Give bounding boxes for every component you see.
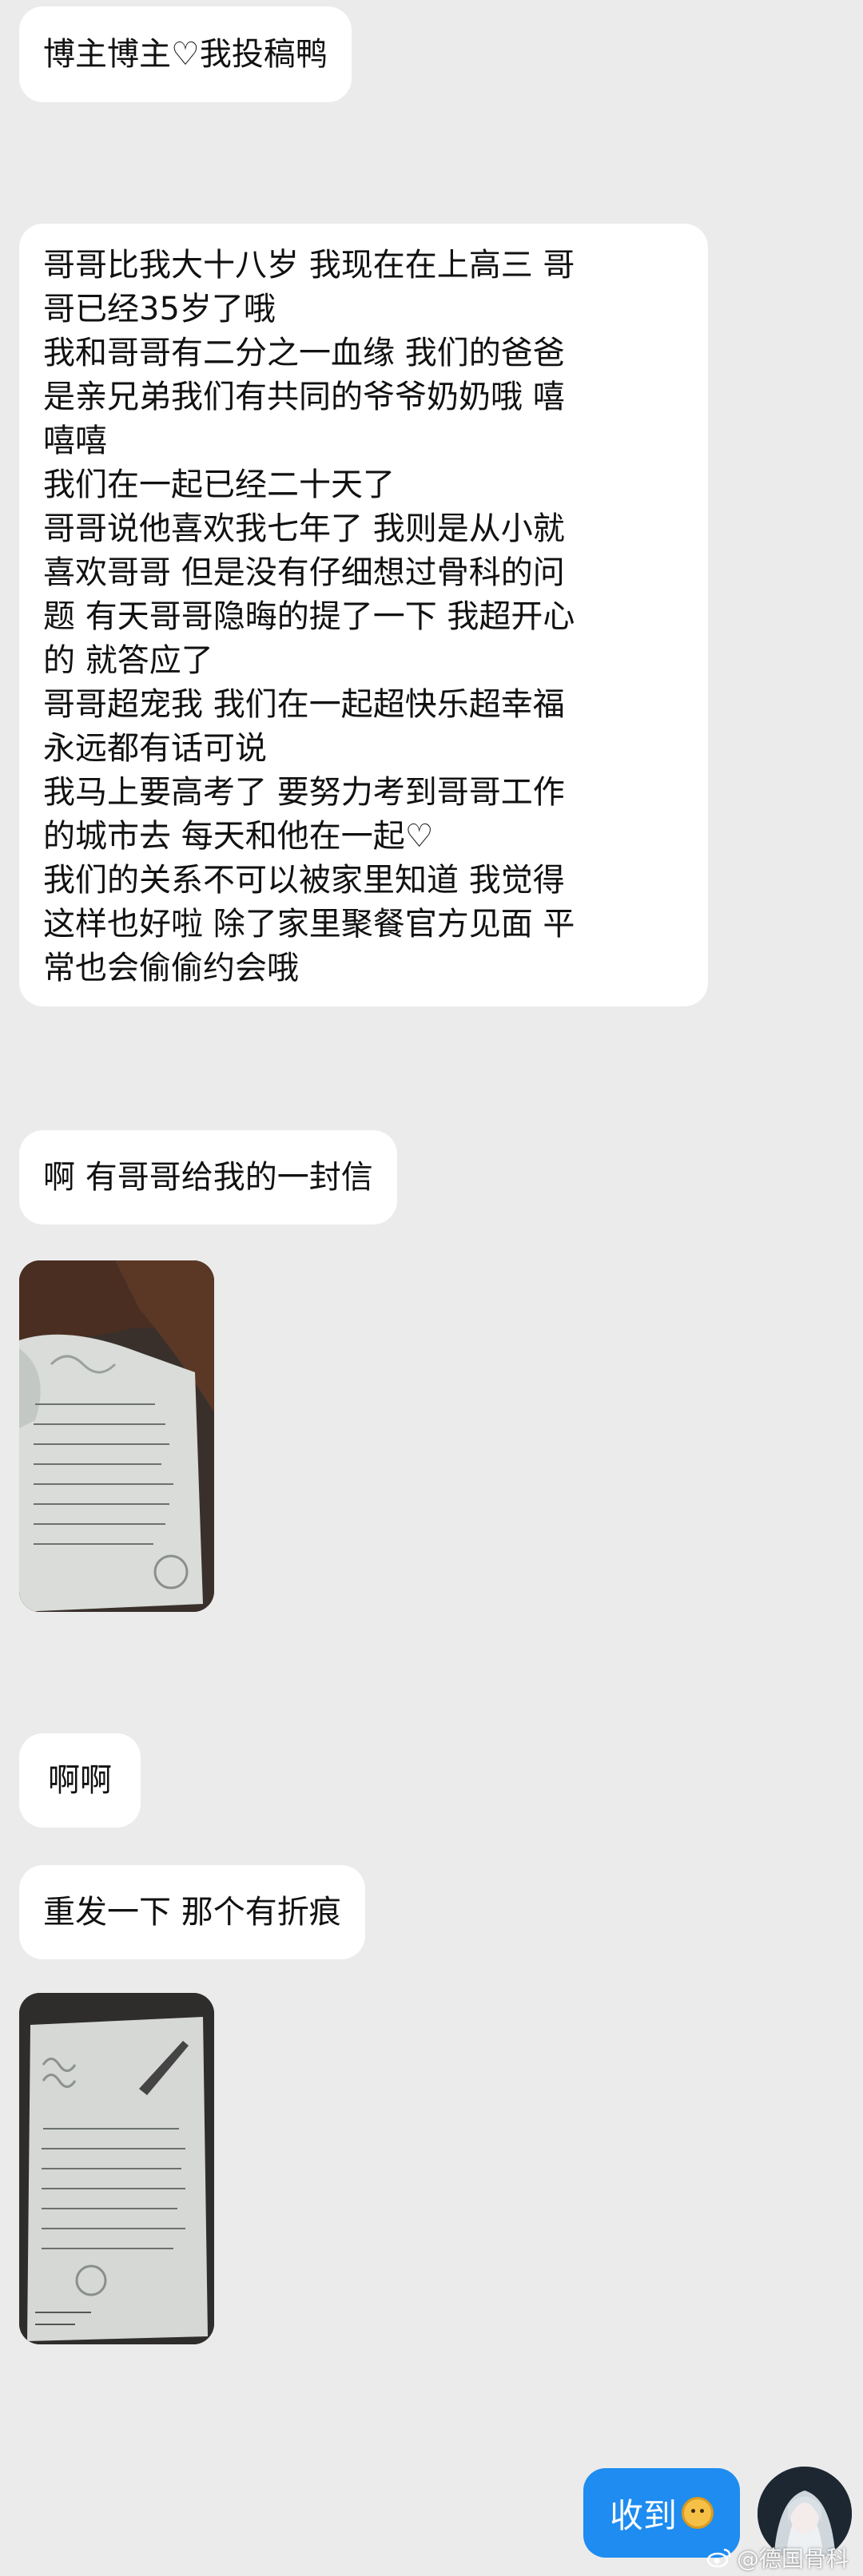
watermark: @德国骨科 — [706, 2542, 849, 2574]
message-text-5: 重发一下 那个有折痕 — [43, 1893, 341, 1931]
message-2-line: 我们的关系不可以被家里知道 我觉得 — [43, 862, 565, 899]
message-text-2: 哥哥比我大十八岁 我现在在上高三 哥哥已经35岁了哦我和哥哥有二分之一血缘 我们… — [43, 244, 684, 990]
message-text-3: 啊 有哥哥给我的一封信 — [43, 1158, 373, 1196]
message-bubble-5[interactable]: 重发一下 那个有折痕 — [19, 1865, 365, 1959]
message-2-line: 我们在一起已经二十天了 — [43, 466, 395, 503]
message-2-line: 哥已经35岁了哦 — [43, 291, 276, 327]
message-text-1: 博主博主♡我投稿鸭 — [43, 35, 328, 73]
message-2-line: 这样也好啦 除了家里聚餐官方见面 平 — [43, 906, 575, 943]
message-2-line: 哥哥说他喜欢我七年了 我则是从小就 — [43, 510, 565, 547]
message-bubble-3[interactable]: 啊 有哥哥给我的一封信 — [19, 1130, 397, 1224]
message-2-line: 喜欢哥哥 但是没有仔细想过骨科的问 — [43, 554, 565, 591]
letter-photo-1[interactable] — [19, 1260, 214, 1612]
message-2-line: 的城市去 每天和他在一起♡ — [43, 818, 434, 855]
message-2-line: 我马上要高考了 要努力考到哥哥工作 — [43, 774, 565, 811]
message-2-line: 题 有天哥哥隐晦的提了一下 我超开心 — [43, 598, 575, 635]
letter-photo-2[interactable] — [19, 1993, 214, 2344]
message-2-line: 哥哥比我大十八岁 我现在在上高三 哥 — [43, 247, 575, 284]
message-2-line: 嘻嘻 — [43, 423, 107, 459]
weibo-logo-icon — [706, 2548, 731, 2568]
message-bubble-2[interactable]: 哥哥比我大十八岁 我现在在上高三 哥哥已经35岁了哦我和哥哥有二分之一血缘 我们… — [19, 224, 708, 1006]
message-2-line: 常也会偷偷约会哦 — [43, 950, 299, 986]
message-bubble-4[interactable]: 啊啊 — [19, 1733, 141, 1828]
watermark-text: @德国骨科 — [737, 2546, 849, 2572]
message-2-line: 永远都有话可说 — [43, 730, 267, 767]
message-text-4: 啊啊 — [48, 1761, 112, 1799]
message-2-line: 我和哥哥有二分之一血缘 我们的爸爸 — [43, 335, 565, 371]
message-2-line: 的 就答应了 — [43, 642, 213, 679]
outgoing-message-text: 收到 — [609, 2495, 677, 2535]
message-bubble-1[interactable]: 博主博主♡我投稿鸭 — [19, 6, 352, 102]
smiling-face-emoji-icon — [682, 2497, 714, 2529]
message-2-line: 是亲兄弟我们有共同的爷爷奶奶哦 嘻 — [43, 379, 565, 415]
message-2-line: 哥哥超宠我 我们在一起超快乐超幸福 — [43, 686, 565, 723]
